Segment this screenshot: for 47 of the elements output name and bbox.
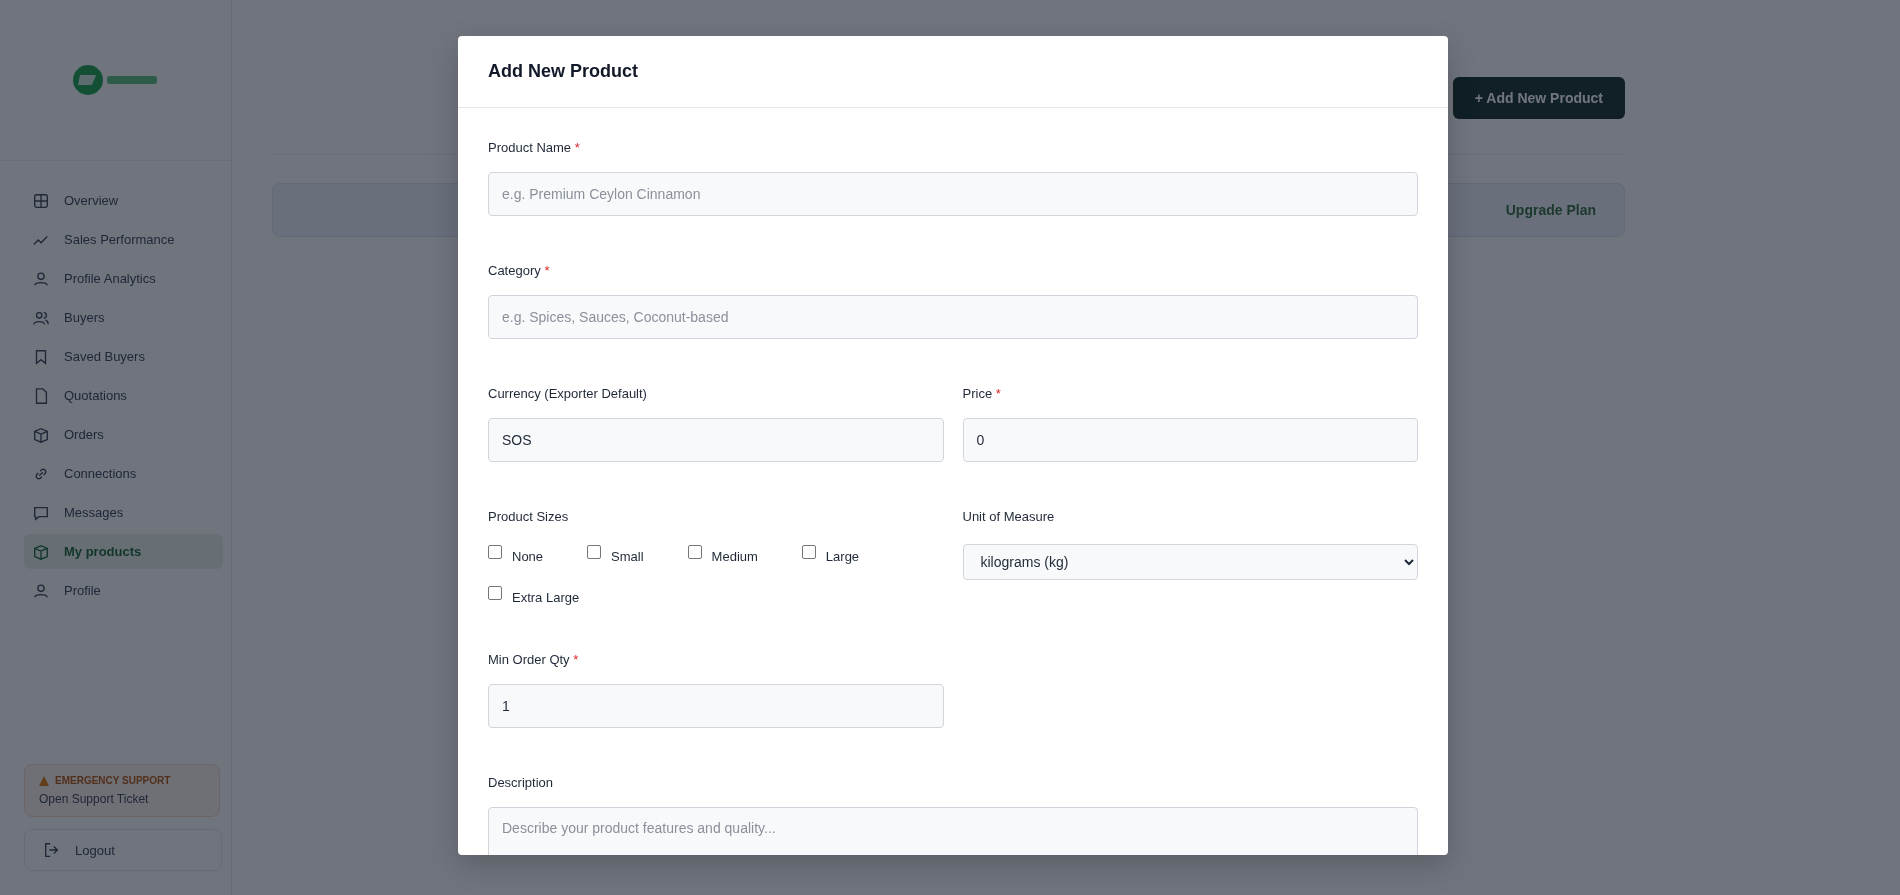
- input-field[interactable]: 0: [962, 418, 1418, 462]
- box-icon: [32, 542, 50, 561]
- checkbox-label[interactable]: Small: [611, 545, 644, 564]
- checkbox[interactable]: [687, 545, 702, 559]
- upgrade-plan-button[interactable]: Upgrade Plan: [1499, 201, 1602, 219]
- checkbox[interactable]: [488, 586, 502, 600]
- sidebar-item[interactable]: Sales Performance: [24, 222, 223, 257]
- sidebar-item[interactable]: Overview: [24, 183, 223, 218]
- logout-button[interactable]: Logout: [24, 829, 222, 871]
- sidebar-item[interactable]: Quotations: [24, 378, 223, 413]
- support-title: EMERGENCY SUPPORT: [55, 775, 171, 786]
- sidebar-item[interactable]: Messages: [24, 495, 223, 530]
- field-label: Description: [488, 775, 555, 790]
- input-field[interactable]: e.g. Premium Ceylon Cinnamon: [488, 172, 1418, 216]
- checkbox-label[interactable]: None: [512, 545, 544, 564]
- sidebar-item[interactable]: Orders: [24, 417, 223, 452]
- field-label: Product Sizes: [488, 509, 570, 524]
- input-field[interactable]: SOS: [488, 418, 944, 462]
- field-label: Currency (Exporter Default): [488, 386, 648, 401]
- input-field[interactable]: e.g. Spices, Sauces, Coconut-based: [488, 295, 1418, 339]
- checkbox-label[interactable]: Medium: [711, 545, 758, 564]
- sidebar-item[interactable]: Profile: [24, 573, 223, 608]
- field-label: Category *: [488, 263, 551, 278]
- field-label: Price *: [962, 386, 1002, 401]
- sidebar-item[interactable]: Saved Buyers: [24, 339, 223, 374]
- checkbox[interactable]: [488, 545, 502, 559]
- sidebar-item[interactable]: Connections: [24, 456, 223, 491]
- checkbox-label[interactable]: Large: [825, 545, 860, 564]
- sidebar-item[interactable]: Profile Analytics: [24, 261, 223, 296]
- sidebar-item[interactable]: My products: [24, 534, 223, 569]
- checkbox[interactable]: [801, 545, 816, 559]
- box-icon: [32, 425, 50, 444]
- field-label: Unit of Measure: [962, 509, 1056, 524]
- field-label: Min Order Qty *: [488, 652, 580, 667]
- sidebar-item[interactable]: Buyers: [24, 300, 223, 335]
- modal-title: Add New Product: [458, 36, 1448, 108]
- checkbox-label[interactable]: Extra Large: [512, 586, 580, 605]
- description-field[interactable]: Describe your product features and quality...: [488, 807, 1418, 855]
- support-link[interactable]: Open Support Ticket: [39, 792, 205, 806]
- grid-icon: [32, 191, 50, 210]
- unit-dropdown[interactable]: kilograms (kg): [962, 544, 1418, 580]
- field-label: Product Name *: [488, 140, 581, 155]
- input-field[interactable]: 1: [488, 684, 944, 728]
- add-product-button[interactable]: + Add New Product: [1452, 77, 1625, 119]
- logout-icon: [43, 841, 61, 859]
- checkbox[interactable]: [587, 545, 602, 559]
- warning-icon: [39, 775, 49, 786]
